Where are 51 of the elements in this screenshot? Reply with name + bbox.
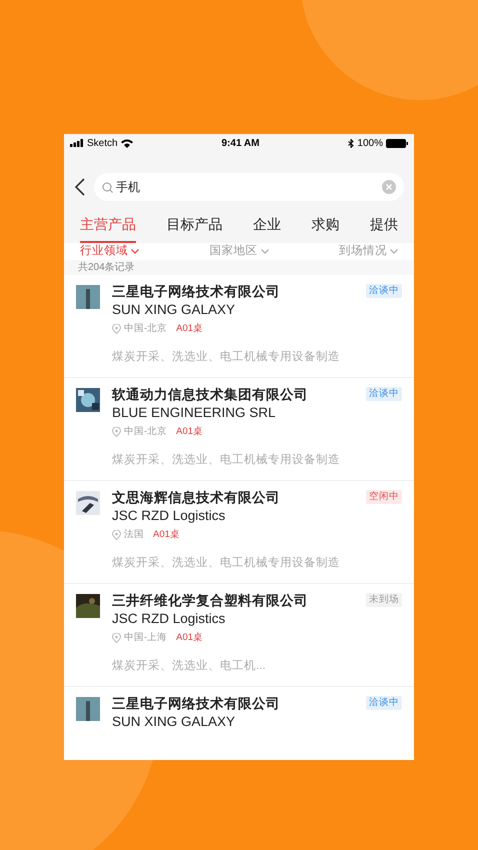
- table-number: A01桌: [176, 631, 204, 646]
- back-icon[interactable]: [74, 177, 86, 197]
- company-location: 中国-上海: [124, 631, 168, 646]
- company-english-name: JSC RZD Logistics: [112, 507, 226, 526]
- company-location: 中国-北京: [124, 322, 168, 336]
- company-name[interactable]: 软通动力信息技术集团有限公司: [112, 386, 308, 404]
- search-input[interactable]: 手机: [116, 178, 379, 196]
- search-icon: [102, 182, 113, 192]
- chevron-down-icon: [260, 249, 268, 254]
- status-badge: 洽谈中: [366, 387, 402, 402]
- location-icon: [112, 324, 121, 334]
- table-number: A01桌: [153, 528, 180, 542]
- status-badge: 未到场: [366, 593, 402, 608]
- company-english-name: SUN XING GALAXY: [112, 713, 236, 732]
- signal-icon: [70, 139, 84, 147]
- company-location: 中国-北京: [124, 425, 168, 440]
- wifi-icon: [120, 138, 133, 148]
- location-icon: [112, 427, 121, 438]
- company-english-name: JSC RZD Logistics: [112, 610, 226, 628]
- table-number: A01桌: [176, 425, 204, 440]
- location-icon: [112, 530, 121, 540]
- table-number: A01桌: [176, 322, 204, 336]
- record-count: 共204条记录: [78, 260, 135, 276]
- company-english-name: SUN XING GALAXY: [112, 301, 236, 320]
- industry-text: 煤炭开采、洗选业、电工机械专用设备制造: [112, 556, 341, 570]
- tab[interactable]: 目标产品: [166, 207, 222, 243]
- company-english-name: BLUE ENGINEERING SRL: [112, 404, 277, 422]
- industry-text: 煤炭开采、洗选业、电工机械专用设备制造: [112, 452, 341, 468]
- battery-percent: 100%: [357, 136, 383, 150]
- company-name[interactable]: 文思海辉信息技术有限公司: [112, 489, 280, 508]
- tab[interactable]: 提供: [370, 207, 398, 243]
- status-badge: 洽谈中: [366, 696, 402, 710]
- company-name[interactable]: 三星电子网络技术有限公司: [112, 283, 280, 302]
- tab[interactable]: 求购: [312, 207, 340, 243]
- chevron-down-icon: [131, 249, 139, 254]
- industry-text: 煤炭开采、洗选业、电工机...: [112, 658, 267, 674]
- status-time: 9:41 AM: [222, 136, 260, 150]
- status-badge: 洽谈中: [366, 284, 402, 298]
- location-icon: [112, 633, 121, 644]
- bluetooth-icon: [348, 138, 354, 148]
- battery-icon: [386, 138, 408, 148]
- company-location: 法国: [124, 528, 144, 542]
- search-field[interactable]: 手机: [94, 173, 404, 201]
- tab[interactable]: 企业: [253, 207, 281, 243]
- filter-dropdown[interactable]: 行业领域: [80, 243, 139, 260]
- carrier-name: Sketch: [87, 136, 118, 150]
- chevron-down-icon: [390, 249, 398, 254]
- industry-text: 煤炭开采、洗选业、电工机械专用设备制造: [112, 350, 341, 364]
- company-name[interactable]: 三井纤维化学复合塑料有限公司: [112, 592, 308, 610]
- status-badge: 空闲中: [366, 490, 402, 504]
- company-name[interactable]: 三星电子网络技术有限公司: [112, 695, 280, 714]
